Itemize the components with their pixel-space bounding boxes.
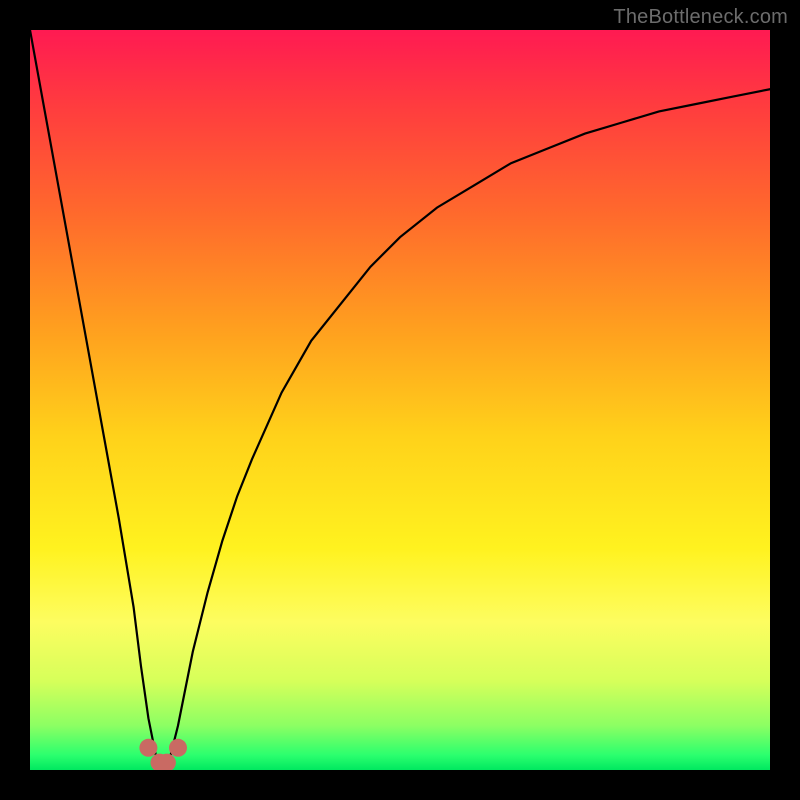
watermark-text: TheBottleneck.com [613,6,788,29]
chart-svg [30,30,770,770]
min-left-knee-marker [139,739,157,757]
min-right-knee-marker [169,739,187,757]
chart-plot-area [30,30,770,770]
min-markers [139,739,187,770]
bottleneck-curve [30,30,770,770]
outer-frame: TheBottleneck.com [0,0,800,800]
